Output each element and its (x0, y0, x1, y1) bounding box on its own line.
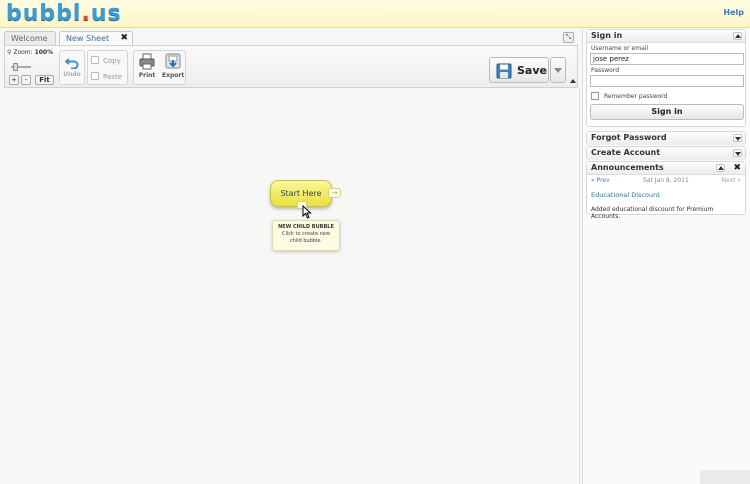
logo-dot: . (81, 1, 91, 26)
signin-header[interactable]: Sign in (587, 30, 745, 43)
undo-button[interactable]: Undo (62, 55, 82, 78)
mouse-cursor-icon (302, 205, 312, 219)
announcement-title[interactable]: Educational Discount (591, 191, 741, 199)
copy-icon (91, 56, 99, 64)
tab-new-sheet[interactable]: New Sheet ✖ (59, 31, 133, 45)
tooltip-title: NEW CHILD BUBBLE (278, 224, 334, 230)
paste-button[interactable]: Paste (91, 72, 122, 81)
undo-icon (65, 58, 79, 69)
right-panel: Sign in Username or email Password Remem… (582, 28, 750, 484)
bubblus-logo[interactable]: bubbl.us (6, 1, 122, 27)
tooltip-line-2: child bubble. (289, 238, 323, 244)
new-child-tooltip: NEW CHILD BUBBLE Click to create new chi… (272, 220, 340, 251)
tooltip-line-1: Click to create new (282, 231, 330, 237)
expand-down-icon[interactable] (733, 149, 742, 157)
top-bar: bubbl.us Help (0, 0, 750, 28)
create-account-header[interactable]: Create Account (587, 147, 745, 160)
clipboard-group: Copy Paste (87, 50, 128, 85)
announcements-panel: Announcements ✖ « Prev Sat Jan 8, 2011 N… (586, 161, 746, 220)
close-icon[interactable]: ✖ (733, 162, 741, 174)
signin-button[interactable]: Sign in (590, 104, 744, 120)
help-link[interactable]: Help (723, 8, 744, 17)
zoom-in-button[interactable]: + (9, 75, 19, 85)
save-options-dropdown[interactable] (550, 57, 566, 83)
collapse-up-icon[interactable] (733, 32, 742, 40)
collapse-up-icon[interactable] (716, 164, 725, 172)
tab-label: New Sheet (66, 34, 110, 43)
tab-welcome[interactable]: Welcome (4, 31, 56, 45)
announcement-nav: « Prev Sat Jan 8, 2011 Next » (587, 177, 745, 189)
logo-main: bubbl (6, 1, 82, 26)
corner-fill (700, 470, 750, 484)
collapse-toolbar-icon[interactable] (570, 79, 576, 83)
save-button[interactable]: Save (489, 57, 549, 83)
remember-password[interactable]: Remember password (591, 92, 741, 100)
minimize-icon[interactable]: ⤡ (563, 32, 574, 43)
export-button[interactable]: Export (162, 53, 184, 79)
zoom-label: ⚲ Zoom: 100% (7, 49, 54, 56)
signin-panel: Sign in Username or email Password Remem… (586, 29, 746, 127)
floppy-disk-icon (496, 63, 512, 79)
toolbar: ⚲ Zoom: 100% + - Fit Undo Copy Paste Pri… (4, 45, 578, 88)
magnifier-icon: ⚲ (7, 49, 12, 56)
logo-tld: us (90, 1, 122, 26)
printer-icon (139, 53, 155, 70)
forgot-password-panel: Forgot Password (586, 131, 746, 145)
prev-link[interactable]: « Prev (591, 177, 610, 184)
password-label: Password (591, 67, 620, 74)
print-button[interactable]: Print (136, 53, 158, 79)
announcements-header[interactable]: Announcements ✖ (587, 162, 745, 175)
remember-checkbox[interactable] (591, 92, 599, 100)
password-field[interactable] (590, 75, 744, 87)
mindmap-canvas[interactable] (2, 89, 580, 484)
export-icon (165, 53, 181, 69)
forgot-password-header[interactable]: Forgot Password (587, 132, 745, 145)
undo-group: Undo (59, 50, 85, 85)
close-tab-icon[interactable]: ✖ (120, 32, 128, 45)
zoom-slider[interactable] (11, 63, 31, 71)
paste-icon (91, 72, 99, 80)
zoom-control: ⚲ Zoom: 100% + - Fit (7, 49, 55, 87)
announcement-date: Sat Jan 8, 2011 (643, 177, 689, 184)
zoom-fit-button[interactable]: Fit (35, 75, 54, 85)
zoom-out-button[interactable]: - (21, 75, 31, 85)
username-label: Username or email (591, 45, 649, 52)
new-sibling-arrow-icon[interactable]: → (328, 188, 341, 198)
username-field[interactable] (590, 53, 744, 65)
create-account-panel: Create Account (586, 146, 746, 160)
output-group: Print Export (133, 50, 186, 85)
next-link[interactable]: Next » (721, 177, 741, 184)
sheet-tabs: Welcome New Sheet ✖ ⤡ (4, 31, 578, 45)
announcement-text: Added educational discount for Premium A… (591, 206, 714, 220)
zoom-value: 100% (34, 49, 54, 56)
expand-down-icon[interactable] (733, 134, 742, 142)
zoom-slider-handle[interactable] (13, 63, 18, 71)
copy-button[interactable]: Copy (91, 56, 121, 65)
